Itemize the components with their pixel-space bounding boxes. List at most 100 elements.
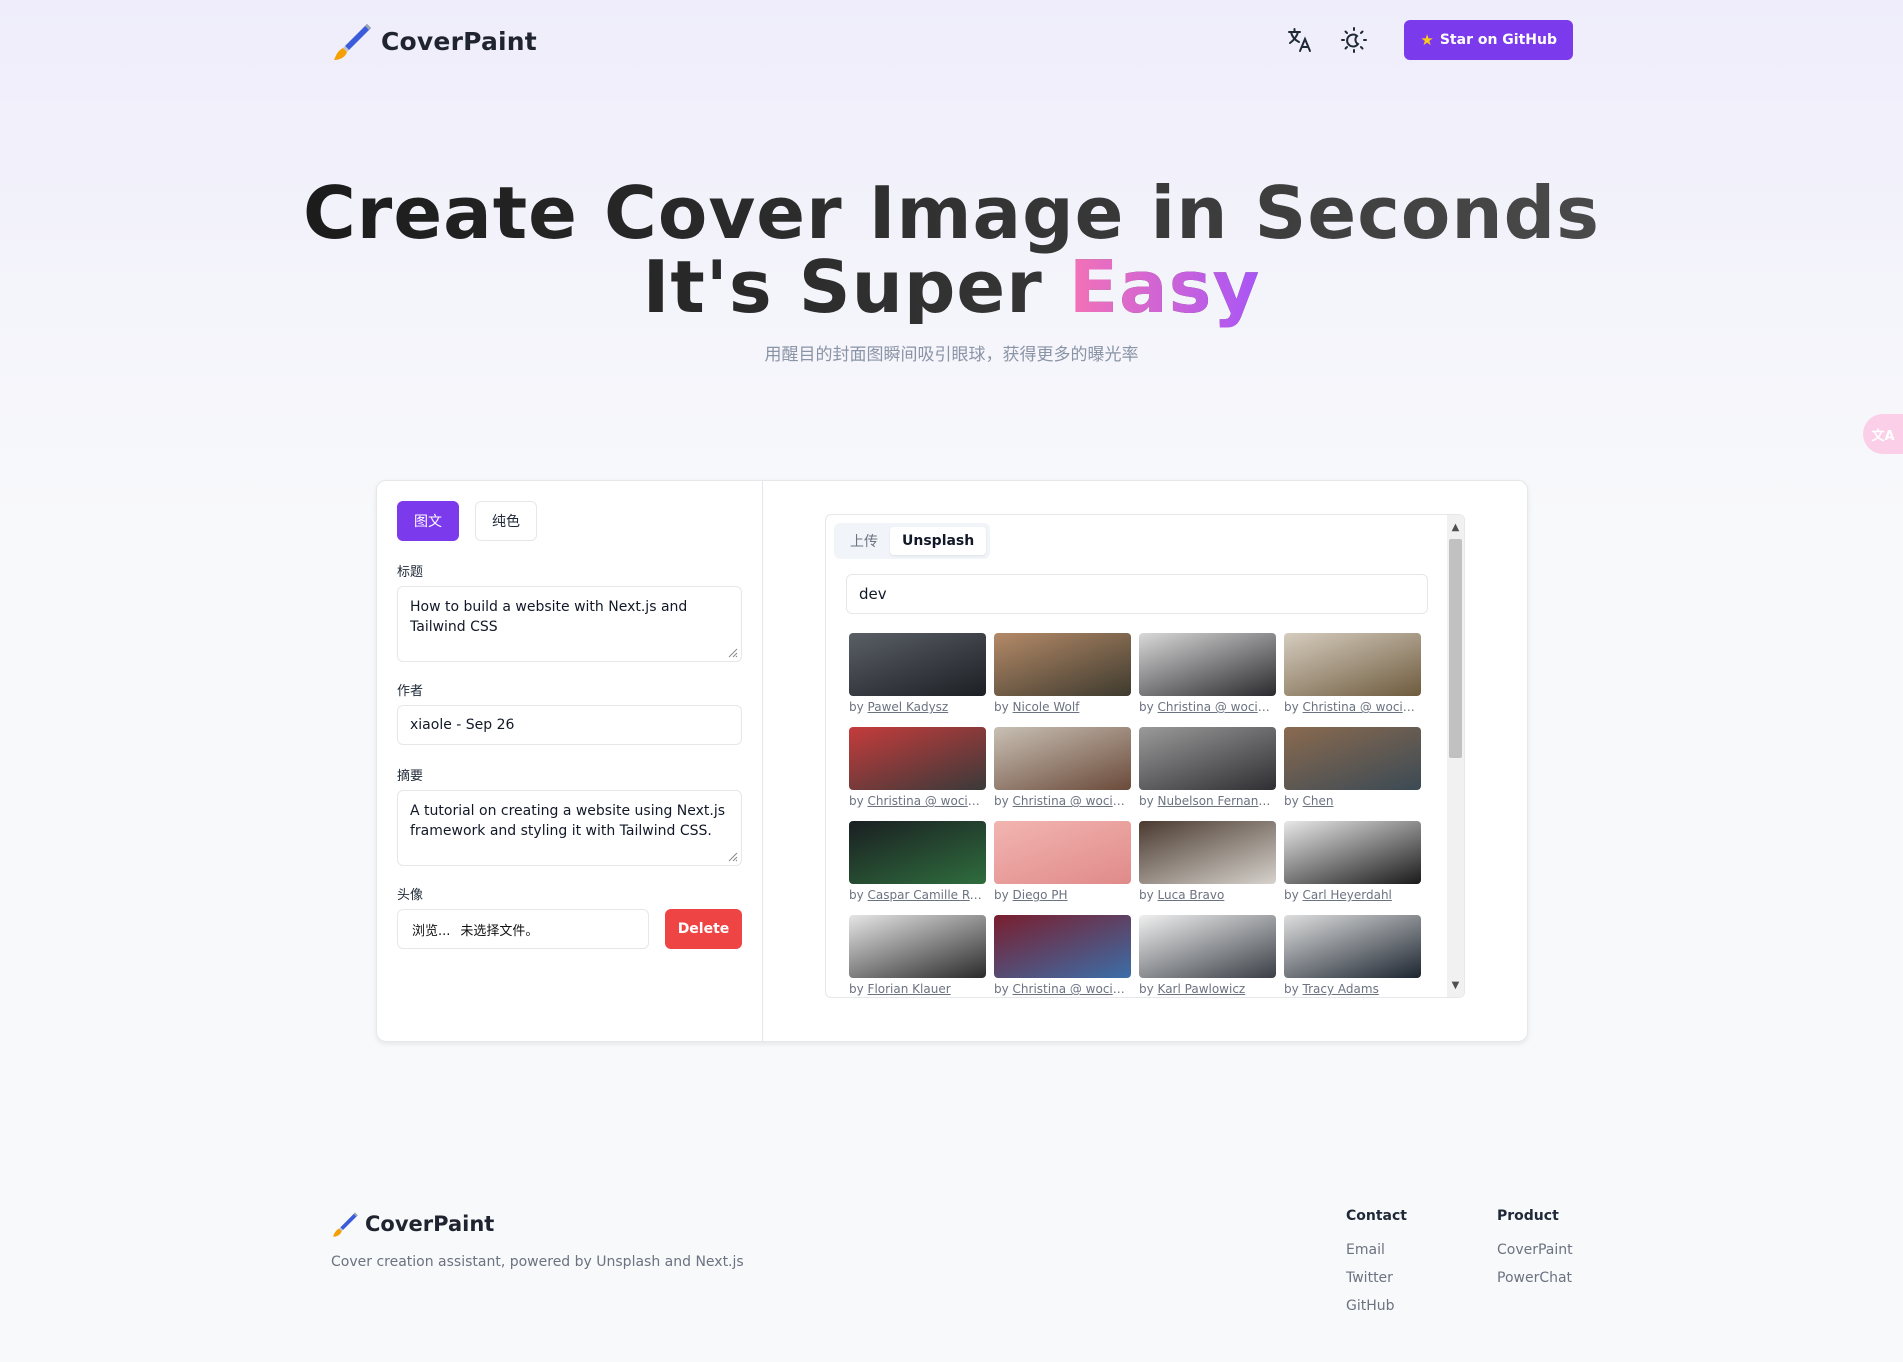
- photo-item[interactable]: by Christina @ wocintechchat.com: [994, 915, 1131, 997]
- footer-contact: Contact Email Twitter GitHub: [1346, 1208, 1407, 1326]
- photo-thumbnail[interactable]: [849, 915, 986, 978]
- photo-item[interactable]: by Christina @ wocintechchat.com: [1284, 633, 1421, 727]
- photo-item[interactable]: by Christina @ wocintechchat.com: [994, 727, 1131, 821]
- photo-item[interactable]: by Caspar Camille Rubin: [849, 821, 986, 915]
- avatar-file-input[interactable]: 浏览... 未选择文件。: [397, 909, 649, 949]
- footer-link-twitter[interactable]: Twitter: [1346, 1270, 1407, 1286]
- footer: CoverPaint Cover creation assistant, pow…: [331, 1208, 1573, 1330]
- photo-thumbnail[interactable]: [1284, 915, 1421, 978]
- translate-bubble-icon[interactable]: 文A: [1863, 414, 1903, 454]
- photo-item[interactable]: by Luca Bravo: [1139, 821, 1276, 915]
- photo-author-link[interactable]: Tracy Adams: [1303, 982, 1379, 996]
- paintbrush-icon: [334, 24, 371, 60]
- tab-image-text[interactable]: 图文: [397, 501, 459, 541]
- photo-item[interactable]: by Chen: [1284, 727, 1421, 821]
- footer-link-github[interactable]: GitHub: [1346, 1298, 1407, 1314]
- photo-item[interactable]: by Christina @ wocintechchat.com: [849, 727, 986, 821]
- paintbrush-icon: [333, 1212, 358, 1237]
- summary-textarea[interactable]: A tutorial on creating a website using N…: [397, 790, 742, 866]
- photo-author-link[interactable]: Nubelson Fernandes: [1158, 794, 1276, 808]
- tab-upload[interactable]: 上传: [838, 527, 890, 555]
- unsplash-search-input[interactable]: dev: [846, 574, 1428, 614]
- photo-item[interactable]: by Christina @ wocintechchat.com: [1139, 633, 1276, 727]
- photo-credit: by Caspar Camille Rubin: [849, 888, 986, 902]
- photo-thumbnail[interactable]: [1139, 915, 1276, 978]
- photo-thumbnail[interactable]: [1284, 727, 1421, 790]
- photo-credit: by Karl Pawlowicz: [1139, 982, 1276, 996]
- photo-author-link[interactable]: Diego PH: [1013, 888, 1068, 902]
- photo-item[interactable]: by Pawel Kadysz: [849, 633, 986, 727]
- photo-credit-prefix: by: [1139, 700, 1154, 714]
- footer-product-title: Product: [1497, 1208, 1559, 1224]
- language-icon[interactable]: [1276, 20, 1324, 60]
- photo-item[interactable]: by Carl Heyerdahl: [1284, 821, 1421, 915]
- footer-logo-text: CoverPaint: [365, 1212, 495, 1236]
- hero-title-line1: Create Cover Image in Seconds: [302, 171, 1601, 255]
- scroll-up-icon[interactable]: ▲: [1447, 519, 1464, 535]
- photo-author-link[interactable]: Chen: [1303, 794, 1334, 808]
- delete-avatar-button[interactable]: Delete: [665, 909, 742, 949]
- footer-link-email[interactable]: Email: [1346, 1242, 1407, 1258]
- hero-title-line2-prefix: It's Super: [642, 245, 1069, 329]
- footer-link-coverpaint[interactable]: CoverPaint: [1497, 1242, 1573, 1258]
- photo-author-link[interactable]: Caspar Camille Rubin: [868, 888, 986, 902]
- photo-author-link[interactable]: Christina @ wocintechchat.com: [1303, 700, 1421, 714]
- theme-toggle-icon[interactable]: [1330, 20, 1378, 60]
- photo-item[interactable]: by Diego PH: [994, 821, 1131, 915]
- footer-link-powerchat[interactable]: PowerChat: [1497, 1270, 1573, 1286]
- photo-thumbnail[interactable]: [849, 727, 986, 790]
- tab-unsplash[interactable]: Unsplash: [890, 527, 987, 555]
- search-value: dev: [859, 585, 887, 603]
- title-textarea[interactable]: How to build a website with Next.js and …: [397, 586, 742, 662]
- photo-thumbnail[interactable]: [994, 915, 1131, 978]
- photo-author-link[interactable]: Florian Klauer: [868, 982, 951, 996]
- photo-thumbnail[interactable]: [1139, 727, 1276, 790]
- scrollbar-thumb[interactable]: [1449, 539, 1462, 758]
- photo-thumbnail[interactable]: [1139, 633, 1276, 696]
- photo-thumbnail[interactable]: [994, 821, 1131, 884]
- photo-credit: by Christina @ wocintechchat.com: [994, 794, 1131, 808]
- header-actions: ★ Star on GitHub: [1276, 20, 1573, 60]
- photo-thumbnail[interactable]: [1139, 821, 1276, 884]
- photo-item[interactable]: by Karl Pawlowicz: [1139, 915, 1276, 997]
- photo-credit-prefix: by: [1284, 794, 1299, 808]
- scrollbar[interactable]: ▲ ▼: [1447, 515, 1464, 997]
- photo-author-link[interactable]: Christina @ wocintechchat.com: [1013, 794, 1131, 808]
- star-on-github-button[interactable]: ★ Star on GitHub: [1404, 20, 1573, 60]
- photo-credit-prefix: by: [994, 794, 1009, 808]
- photo-author-link[interactable]: Luca Bravo: [1158, 888, 1225, 902]
- resize-handle-icon[interactable]: [728, 648, 738, 658]
- photo-author-link[interactable]: Christina @ wocintechchat.com: [868, 794, 986, 808]
- photo-item[interactable]: by Nubelson Fernandes: [1139, 727, 1276, 821]
- logo[interactable]: CoverPaint: [331, 20, 537, 62]
- photo-thumbnail[interactable]: [994, 727, 1131, 790]
- author-input[interactable]: xiaole - Sep 26: [397, 705, 742, 745]
- photo-thumbnail[interactable]: [849, 633, 986, 696]
- photo-credit: by Florian Klauer: [849, 982, 986, 996]
- photo-thumbnail[interactable]: [1284, 633, 1421, 696]
- resize-handle-icon[interactable]: [728, 852, 738, 862]
- avatar-row: 浏览... 未选择文件。 Delete: [397, 909, 742, 949]
- photo-author-link[interactable]: Nicole Wolf: [1013, 700, 1080, 714]
- footer-product: Product CoverPaint PowerChat: [1497, 1208, 1573, 1298]
- photo-credit: by Christina @ wocintechchat.com: [1139, 700, 1276, 714]
- photo-author-link[interactable]: Christina @ wocintechchat.com: [1158, 700, 1276, 714]
- photo-thumbnail[interactable]: [849, 821, 986, 884]
- scroll-down-icon[interactable]: ▼: [1447, 977, 1464, 993]
- tab-solid-color[interactable]: 纯色: [475, 501, 537, 541]
- photo-item[interactable]: by Florian Klauer: [849, 915, 986, 997]
- photo-author-link[interactable]: Carl Heyerdahl: [1303, 888, 1392, 902]
- photo-credit: by Chen: [1284, 794, 1421, 808]
- photo-thumbnail[interactable]: [1284, 821, 1421, 884]
- photo-credit-prefix: by: [849, 700, 864, 714]
- photo-author-link[interactable]: Christina @ wocintechchat.com: [1013, 982, 1131, 996]
- github-button-label: Star on GitHub: [1439, 32, 1557, 48]
- photo-thumbnail[interactable]: [994, 633, 1131, 696]
- photo-author-link[interactable]: Pawel Kadysz: [868, 700, 949, 714]
- photo-item[interactable]: by Nicole Wolf: [994, 633, 1131, 727]
- browse-button[interactable]: 浏览...: [412, 920, 450, 939]
- image-source-tabs: 上传 Unsplash: [834, 523, 991, 559]
- summary-value: A tutorial on creating a website using N…: [410, 803, 726, 839]
- photo-item[interactable]: by Tracy Adams: [1284, 915, 1421, 997]
- photo-author-link[interactable]: Karl Pawlowicz: [1158, 982, 1246, 996]
